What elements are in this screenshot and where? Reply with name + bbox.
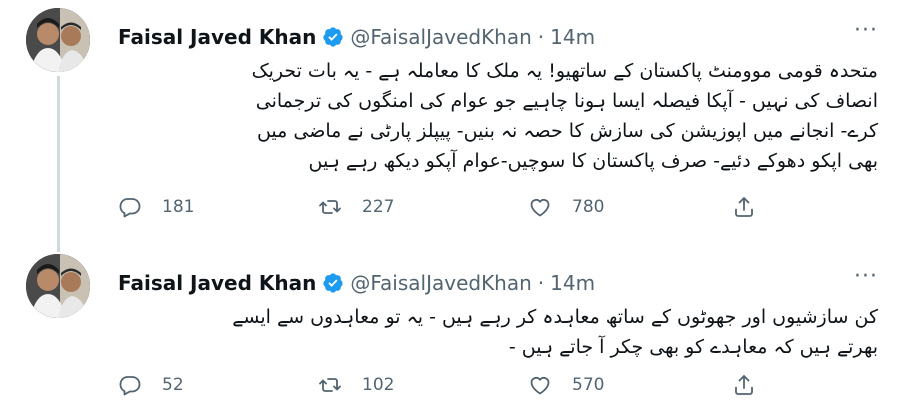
reply-icon [119, 198, 141, 218]
avatar[interactable] [26, 8, 90, 72]
tweet-header: Faisal Javed Khan @FaisalJavedKhan · 14m [118, 22, 595, 52]
thread-connector [57, 76, 60, 252]
tweet-text-line: انصاف کی نہیں - آپکا فیصلہ ایسا ہونا چاہ… [255, 90, 878, 112]
share-icon [735, 197, 753, 217]
verified-badge-icon [323, 27, 343, 47]
tweet[interactable]: Faisal Javed Khan @FaisalJavedKhan · 14m… [0, 246, 900, 406]
timestamp[interactable]: 14m [550, 271, 595, 295]
reply-button[interactable]: 52 [118, 370, 184, 400]
reply-icon [119, 376, 141, 396]
retweet-button[interactable]: 102 [318, 370, 394, 400]
author-handle[interactable]: @FaisalJavedKhan [350, 271, 531, 295]
tweet-text-line: کرے- انجانے میں اپوزیشن کی سازش کا حصہ ن… [256, 120, 878, 142]
like-button[interactable]: 570 [528, 370, 604, 400]
tweet-actions: 181 227 780 [118, 192, 758, 222]
retweet-icon [319, 378, 341, 392]
retweet-count: 102 [362, 375, 395, 395]
more-options-icon[interactable]: ··· [854, 266, 878, 288]
reply-button[interactable]: 181 [118, 192, 194, 222]
tweet[interactable]: Faisal Javed Khan @FaisalJavedKhan · 14m… [0, 0, 900, 252]
tweet-header: Faisal Javed Khan @FaisalJavedKhan · 14m [118, 268, 595, 298]
like-icon [530, 377, 550, 395]
tweet-text-line: متحدہ قومی موومنٹ پاکستان کے ساتھیو! یہ … [251, 60, 878, 82]
share-button[interactable] [732, 192, 756, 222]
avatar-photo [26, 8, 90, 72]
tweet-text: کن سازشیوں اور جھوٹوں کے ساتھ معاہدہ کر … [118, 302, 878, 362]
share-icon [735, 375, 753, 395]
avatar-photo [26, 254, 90, 318]
tweet-feed: Faisal Javed Khan @FaisalJavedKhan · 14m… [0, 0, 900, 406]
like-count: 570 [572, 375, 605, 395]
tweet-text: متحدہ قومی موومنٹ پاکستان کے ساتھیو! یہ … [118, 56, 878, 176]
tweet-actions: 52 102 570 [118, 370, 758, 400]
author-name[interactable]: Faisal Javed Khan [118, 25, 316, 49]
retweet-icon [319, 200, 341, 214]
author-name[interactable]: Faisal Javed Khan [118, 271, 316, 295]
avatar[interactable] [26, 254, 90, 318]
timestamp[interactable]: 14m [550, 25, 595, 49]
like-button[interactable]: 780 [528, 192, 604, 222]
author-handle[interactable]: @FaisalJavedKhan [350, 25, 531, 49]
separator-dot: · [537, 271, 545, 295]
retweet-button[interactable]: 227 [318, 192, 394, 222]
tweet-text-line: بھرتے ہیں کہ معاہدے کو بھی چکر آ جاتے ہی… [508, 336, 878, 358]
reply-count: 181 [162, 197, 195, 217]
like-count: 780 [572, 197, 605, 217]
share-button[interactable] [732, 370, 756, 400]
reply-count: 52 [162, 375, 184, 395]
retweet-count: 227 [362, 197, 395, 217]
separator-dot: · [537, 25, 545, 49]
more-options-icon[interactable]: ··· [854, 20, 878, 42]
tweet-text-line: کن سازشیوں اور جھوٹوں کے ساتھ معاہدہ کر … [232, 306, 878, 328]
verified-badge-icon [323, 273, 343, 293]
like-icon [530, 199, 550, 217]
tweet-text-line: بھی اپکو دھوکے دئیے- صرف پاکستان کا سوچی… [308, 150, 878, 172]
